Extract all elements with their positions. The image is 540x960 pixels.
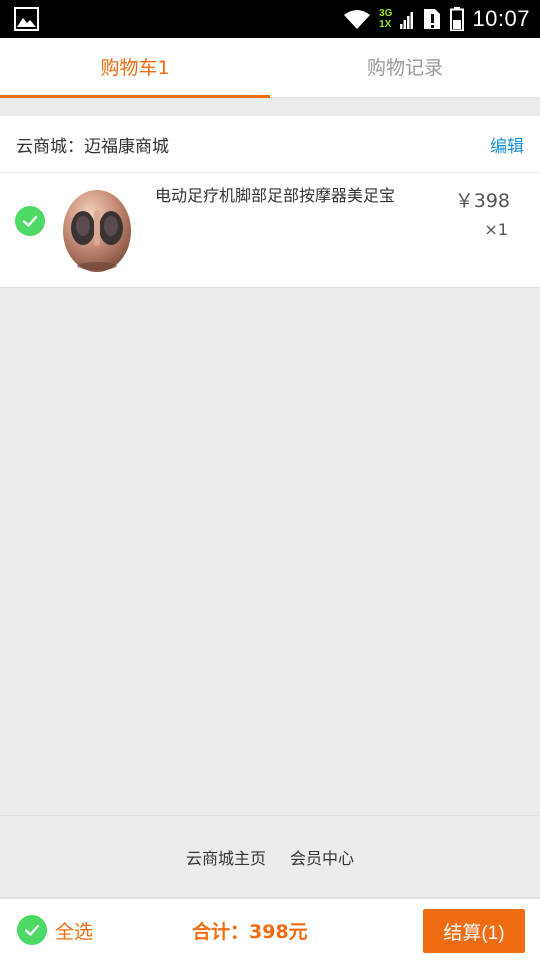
shop-name: 云商城：迈福康商城: [16, 137, 169, 157]
divider: [0, 172, 540, 173]
product-quantity: ×1: [484, 220, 508, 239]
product-name[interactable]: 电动足疗机脚部足部按摩器美足宝: [155, 184, 400, 208]
signal-icon: [400, 12, 414, 29]
bottom-bar: 全选 合计：398元 结算(1): [0, 898, 540, 960]
cloud-mall-home-link[interactable]: 云商城主页: [186, 845, 266, 869]
status-bar: 3G 1X 10:07: [0, 0, 540, 38]
network-type-indicator: 3G 1X: [379, 8, 393, 30]
select-all-checkbox[interactable]: [17, 915, 47, 945]
member-center-link[interactable]: 会员中心: [290, 845, 354, 869]
gallery-icon: [14, 7, 39, 31]
shop-card: 云商城：迈福康商城 编辑 电动足疗机脚部足部按摩器美足宝 ￥398 ×1: [0, 116, 540, 288]
total-amount: 合计：398元: [192, 921, 308, 943]
tab-shopping-cart[interactable]: 购物车1: [0, 38, 270, 98]
checkout-button[interactable]: 结算(1): [423, 909, 525, 953]
item-checkbox[interactable]: [15, 206, 45, 236]
sim-alert-icon: [424, 9, 441, 29]
check-icon: [22, 215, 38, 227]
tab-purchase-history[interactable]: 购物记录: [270, 38, 540, 97]
clock: 10:07: [472, 6, 530, 31]
product-price: ￥398: [454, 190, 510, 212]
edit-button[interactable]: 编辑: [490, 132, 524, 157]
product-thumbnail[interactable]: [62, 188, 132, 274]
shop-header: 云商城：迈福康商城 编辑: [0, 116, 540, 172]
tab-bar: 购物车1 购物记录: [0, 38, 540, 98]
footer-links: 云商城主页 会员中心: [0, 815, 540, 898]
wifi-icon: [344, 10, 371, 29]
select-all-label[interactable]: 全选: [55, 917, 93, 944]
check-icon: [24, 924, 40, 936]
battery-icon: [450, 7, 465, 31]
